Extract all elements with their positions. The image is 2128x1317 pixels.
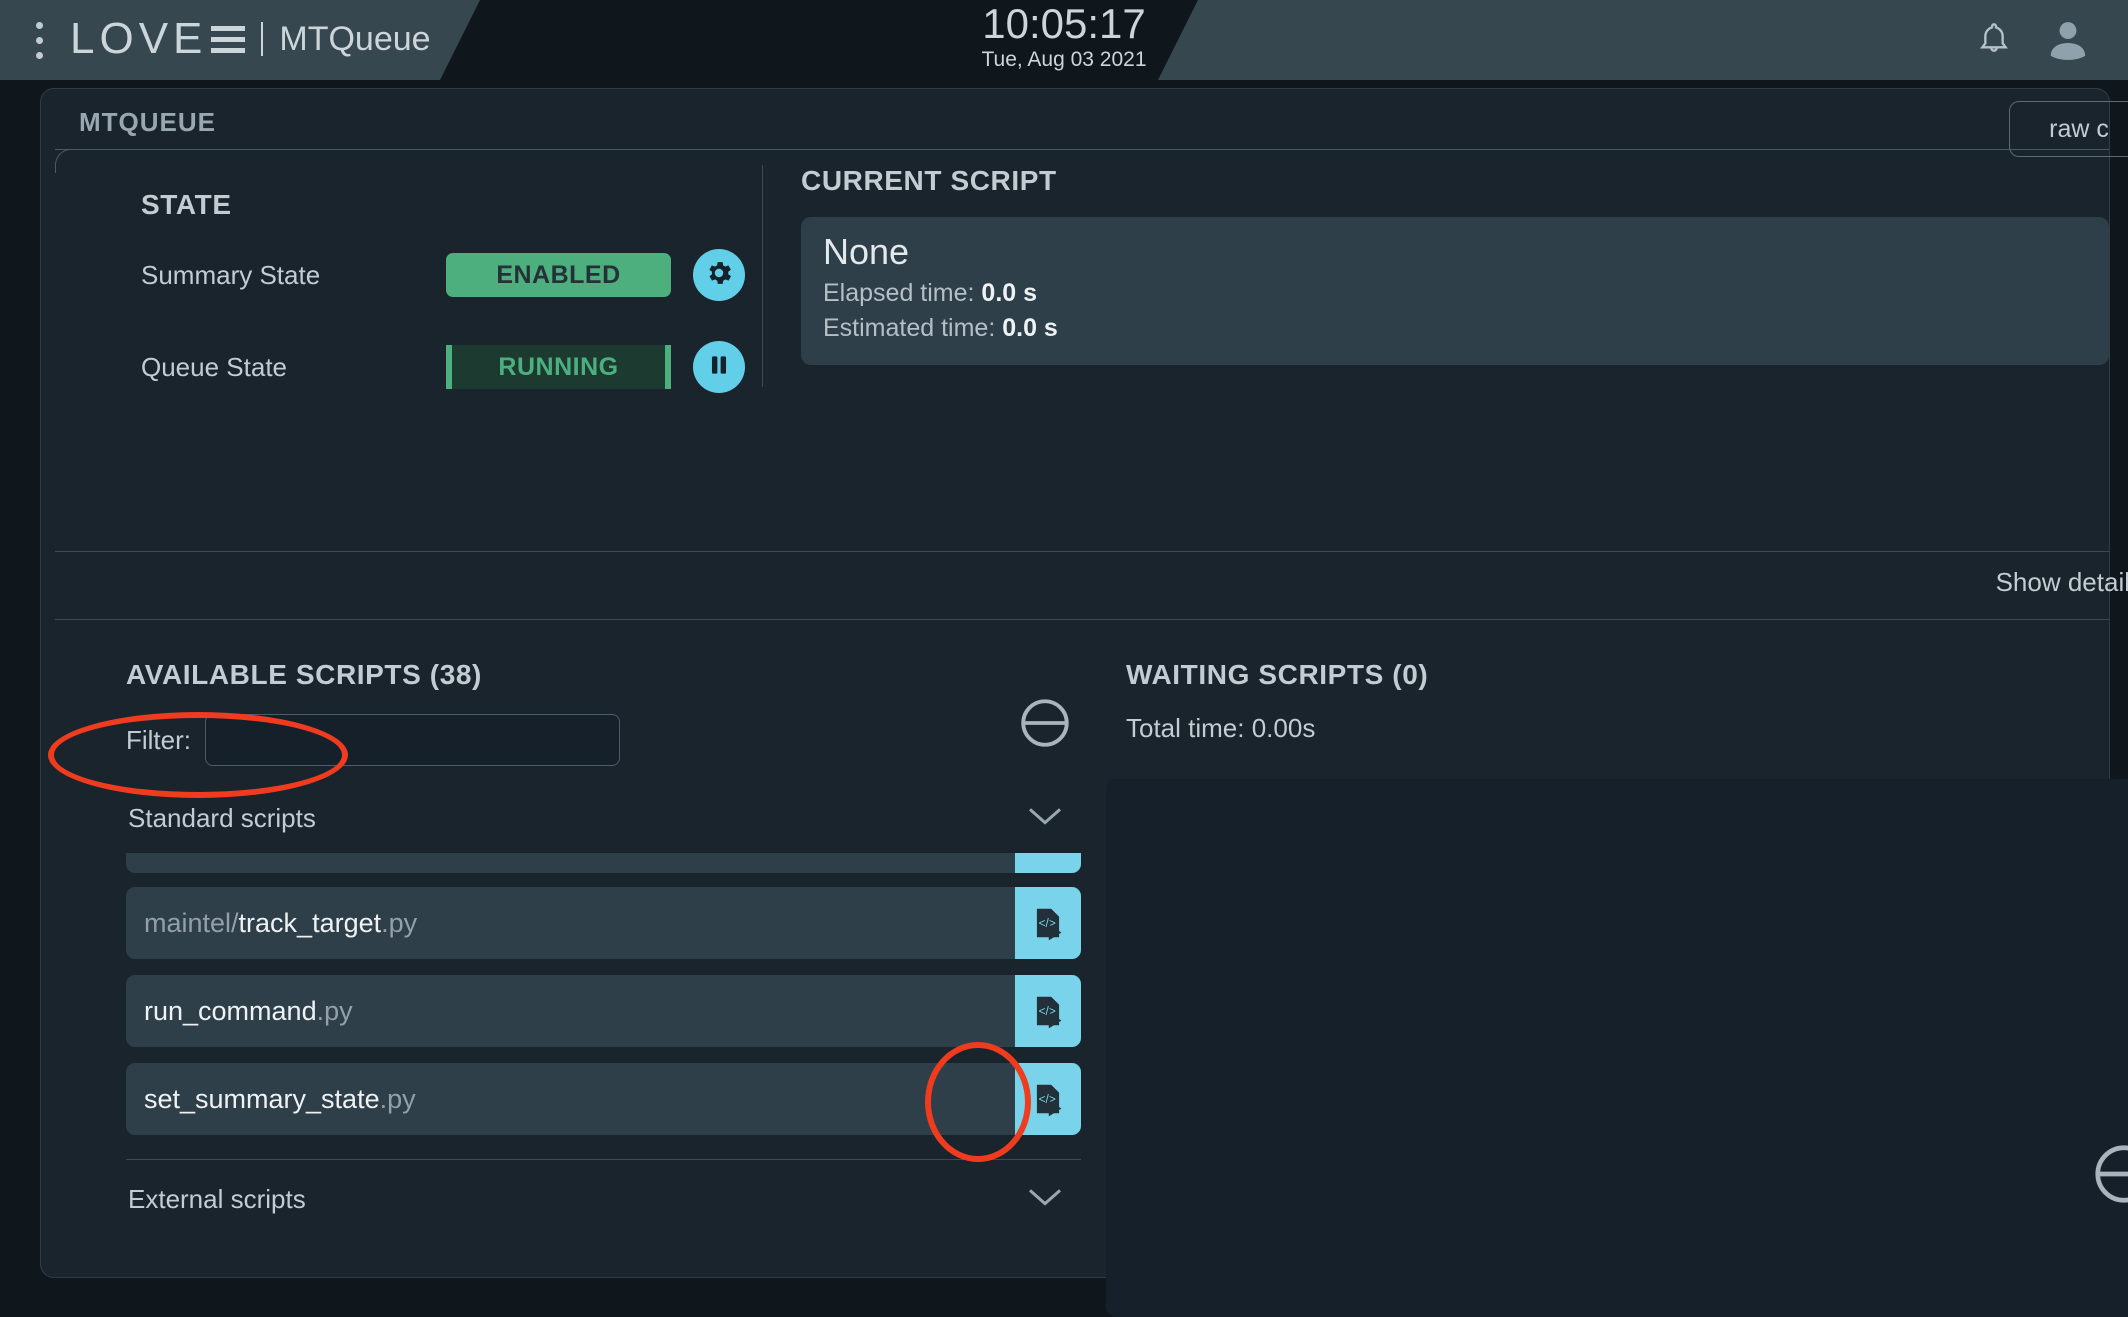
script-name: set_summary_state.py (126, 1084, 416, 1115)
summary-state-label: Summary State (141, 259, 321, 290)
queue-state-row: Queue State RUNNING (141, 341, 745, 393)
current-script-elapsed: Elapsed time: 0.0 s (823, 279, 2087, 308)
summary-state-row: Summary State ENABLED (141, 249, 745, 301)
script-basename: set_summary_state (144, 1083, 380, 1114)
available-scripts-heading: AVAILABLE SCRIPTS (38) (126, 659, 482, 690)
app-name: MTQueue (279, 19, 431, 58)
script-ext: .py (379, 1083, 416, 1114)
script-ext: .py (316, 995, 353, 1026)
script-scroll-zone[interactable]: maintel/track_target.py </> run_command.… (126, 853, 1081, 1153)
run-script-button[interactable] (1015, 853, 1081, 873)
run-script-icon: </> (1036, 908, 1062, 941)
run-script-icon: </> (1036, 1084, 1062, 1117)
panel-divider (55, 149, 2109, 150)
current-script-estimated: Estimated time: 0.0 s (823, 314, 2087, 343)
script-name: maintel/track_target.py (126, 908, 417, 939)
logo-separator (261, 22, 264, 56)
run-script-icon: </> (1036, 996, 1062, 1029)
script-basename: track_target (238, 907, 382, 938)
list-item[interactable]: maintel/track_target.py </> (126, 887, 1081, 959)
summary-state-badge: ENABLED (446, 253, 671, 297)
script-name: run_command.py (126, 996, 353, 1027)
queue-pause-button[interactable] (693, 341, 745, 393)
group-header-external-scripts[interactable]: External scripts (126, 1160, 1081, 1238)
stop-circle-icon (1016, 699, 1074, 756)
filter-row: Filter: (126, 714, 620, 766)
chevron-down-icon[interactable] (1025, 1184, 1065, 1215)
show-details-toggle[interactable]: Show details (1996, 567, 2128, 598)
waiting-total-time: Total time: 0.00s (1126, 713, 1316, 743)
list-item[interactable]: set_summary_state.py </> (126, 1063, 1081, 1135)
run-script-button[interactable]: </> (1015, 887, 1081, 959)
queue-state-label: Queue State (141, 351, 287, 382)
waiting-scripts-heading: WAITING SCRIPTS (0) (1126, 659, 1429, 690)
list-item[interactable] (126, 853, 1081, 873)
state-section: STATE Summary State ENABLED Queue State … (41, 165, 763, 393)
current-script-heading: CURRENT SCRIPT (801, 165, 1057, 196)
gear-icon (704, 258, 734, 293)
bell-icon[interactable] (1974, 17, 2014, 66)
group-title: External scripts (128, 1183, 306, 1214)
top-bar: LOVE MTQueue 10:05:17 Tue, Aug 03 2021 (0, 0, 2128, 80)
chevron-down-icon[interactable] (1025, 803, 1065, 834)
stop-all-button[interactable] (1016, 694, 1074, 757)
estimated-label: Estimated time: (823, 314, 996, 342)
mtqueue-panel: MTQUEUE raw c STATE Summary State ENABLE… (40, 88, 2128, 1317)
group-header-standard-scripts[interactable]: Standard scripts (126, 779, 1081, 857)
logo-text: LOVE (70, 14, 208, 63)
group-title: Standard scripts (128, 802, 316, 833)
elapsed-value: 0.0 s (981, 279, 1038, 307)
state-heading: STATE (141, 189, 232, 220)
current-script-section: CURRENT SCRIPT None Elapsed time: 0.0 s … (801, 165, 2109, 365)
waiting-scripts-dropzone[interactable] (1106, 779, 2128, 1317)
scripts-section-separator (55, 619, 2109, 620)
elapsed-label: Elapsed time: (823, 279, 975, 307)
run-script-button[interactable]: </> (1015, 1063, 1081, 1135)
script-basename: run_command (144, 995, 317, 1026)
script-path: maintel/ (144, 907, 239, 938)
estimated-value: 0.0 s (1002, 314, 1058, 342)
love-logo[interactable]: LOVE MTQueue (70, 8, 431, 70)
kebab-menu-icon[interactable] (36, 22, 46, 60)
script-ext: .py (381, 907, 418, 938)
pause-icon (706, 351, 732, 384)
summary-state-settings-button[interactable] (693, 249, 745, 301)
filter-input[interactable] (205, 714, 620, 766)
state-section-separator (55, 551, 2109, 552)
edge-stop-circle-icon[interactable] (2089, 1139, 2128, 1214)
hamburger-bars-icon (211, 20, 246, 59)
queue-state-badge: RUNNING (446, 345, 671, 389)
current-script-name: None (823, 231, 910, 272)
panel-title: MTQUEUE (79, 107, 216, 137)
filter-label: Filter: (126, 724, 191, 755)
user-avatar-icon[interactable] (2046, 16, 2090, 67)
list-item[interactable]: run_command.py </> (126, 975, 1081, 1047)
top-bar-icons (1974, 16, 2090, 67)
run-script-button[interactable]: </> (1015, 975, 1081, 1047)
script-list: Standard scripts maintel/track_target.py… (126, 779, 1081, 1238)
current-script-card: None Elapsed time: 0.0 s Estimated time:… (801, 217, 2109, 365)
